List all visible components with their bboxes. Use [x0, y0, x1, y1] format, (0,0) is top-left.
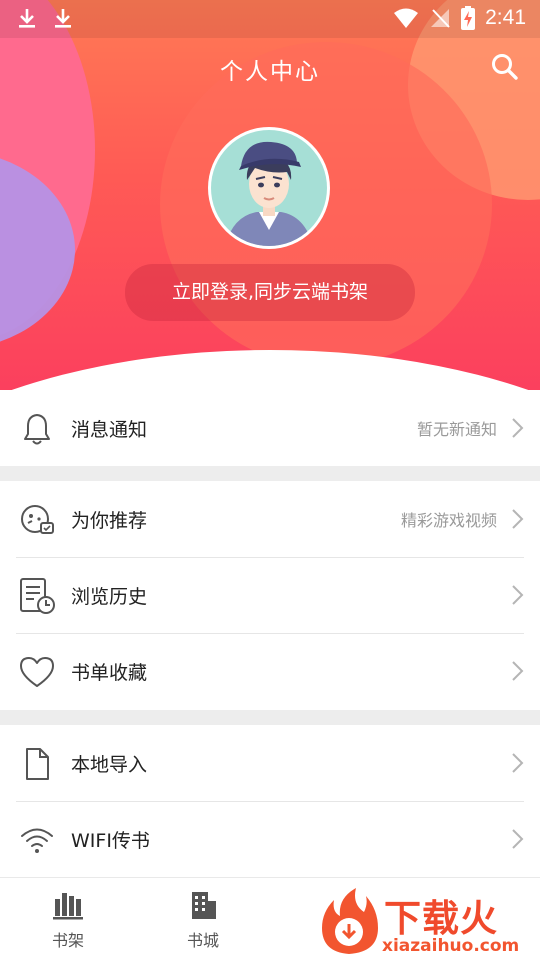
bookshelf-icon — [53, 893, 83, 920]
menu-group-content: 为你推荐 精彩游戏视频 浏览历史 书单收藏 — [0, 481, 540, 710]
menu-item-favorites[interactable]: 书单收藏 — [0, 633, 540, 709]
tab-label: 书城 — [186, 931, 219, 950]
status-bar: 2:41 — [0, 0, 540, 38]
chevron-right-icon — [512, 753, 524, 773]
menu-label: 书单收藏 — [71, 661, 148, 684]
chevron-right-icon — [512, 509, 524, 529]
page-title: 个人中心 — [220, 59, 320, 85]
menu-value: 暂无新通知 — [416, 420, 497, 439]
wifi-icon — [394, 8, 419, 28]
menu-label: 消息通知 — [71, 418, 148, 441]
heart-icon — [20, 657, 54, 687]
file-icon — [26, 748, 49, 780]
menu-group-notifications: 消息通知 暂无新通知 — [0, 390, 540, 466]
history-document-icon — [20, 578, 55, 614]
watermark-text: 下载火 — [384, 897, 498, 940]
tab-bookshelf[interactable]: 书架 — [38, 890, 98, 951]
menu-item-local-import[interactable]: 本地导入 — [0, 725, 540, 801]
battery-charging-icon — [461, 6, 476, 30]
menu-label: 本地导入 — [71, 753, 148, 776]
header-wave — [0, 350, 540, 395]
menu-item-recommend[interactable]: 为你推荐 精彩游戏视频 — [0, 481, 540, 557]
search-button[interactable] — [490, 52, 522, 84]
menu-group-import: 本地导入 WIFI传书 — [0, 725, 540, 877]
bookstore-icon — [192, 892, 216, 919]
download-icon — [19, 9, 35, 28]
flame-logo-icon — [322, 888, 378, 954]
chevron-right-icon — [512, 418, 524, 438]
chevron-right-icon — [512, 829, 524, 849]
download-icon — [55, 9, 71, 28]
tab-bookstore[interactable]: 书城 — [173, 890, 233, 951]
menu-label: 为你推荐 — [71, 509, 148, 532]
profile-header: 2:41 个人中心 立即登录,同步云端书架 — [0, 0, 540, 395]
watermark-logo: 下载火 xiazaihuo.com — [316, 884, 540, 960]
game-recommend-icon — [21, 505, 54, 534]
search-icon — [492, 54, 518, 80]
menu-item-history[interactable]: 浏览历史 — [0, 557, 540, 633]
login-button[interactable]: 立即登录,同步云端书架 — [125, 264, 415, 321]
chevron-right-icon — [512, 585, 524, 605]
menu-item-notifications[interactable]: 消息通知 暂无新通知 — [0, 390, 540, 466]
watermark-url: xiazaihuo.com — [382, 936, 520, 956]
menu-value: 精彩游戏视频 — [400, 511, 497, 530]
no-signal-icon — [431, 9, 450, 28]
menu-label: WIFI传书 — [71, 829, 150, 852]
status-time: 2:41 — [485, 6, 526, 29]
tab-label: 书架 — [51, 931, 84, 950]
avatar[interactable] — [208, 127, 330, 249]
menu-label: 浏览历史 — [71, 585, 148, 608]
chevron-right-icon — [512, 661, 524, 681]
wifi-icon — [21, 828, 53, 853]
bell-icon — [24, 414, 50, 445]
menu-item-wifi-transfer[interactable]: WIFI传书 — [0, 801, 540, 877]
